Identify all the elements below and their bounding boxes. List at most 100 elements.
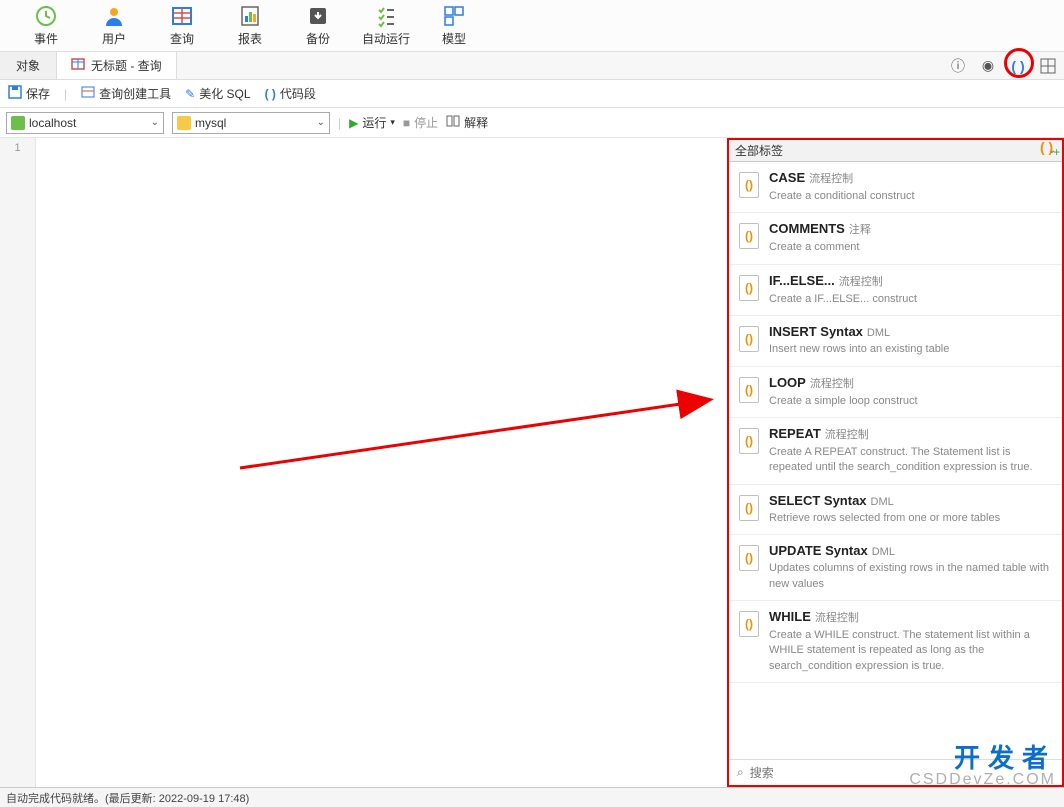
- snippet-tag-select[interactable]: 全部标签 ⌄: [729, 140, 1062, 162]
- snippet-desc: Create a conditional construct: [769, 189, 1052, 204]
- tab-objects[interactable]: 对象: [0, 52, 57, 79]
- snippet-title: SELECT Syntax: [769, 493, 867, 508]
- toolbar-user-label: 用户: [102, 30, 126, 47]
- run-label: 运行: [362, 114, 386, 131]
- snippet-search[interactable]: ⌕: [729, 759, 1062, 785]
- snippet-tag: DML: [872, 546, 895, 558]
- secondary-toolbar: 保存 | 查询创建工具 ✎ 美化 SQL ( ) 代码段: [0, 80, 1064, 108]
- snippet-item[interactable]: ()COMMENTS注释Create a comment: [729, 213, 1062, 264]
- toolbar-query-button[interactable]: 查询: [148, 1, 216, 51]
- info-icon[interactable]: ⓘ: [948, 56, 968, 76]
- snippet-item[interactable]: ()IF...ELSE...流程控制Create a IF...ELSE... …: [729, 265, 1062, 316]
- toolbar-backup-label: 备份: [306, 30, 330, 47]
- snippet-item[interactable]: ()LOOP流程控制Create a simple loop construct: [729, 367, 1062, 418]
- toolbar-query-label: 查询: [170, 30, 194, 47]
- snippet-item[interactable]: ()SELECT SyntaxDMLRetrieve rows selected…: [729, 485, 1062, 535]
- main-area: 1 全部标签 ⌄ () CASE 流程控制 Create a conditional …: [0, 138, 1064, 787]
- chevron-down-icon: ▾: [390, 117, 395, 128]
- sql-editor[interactable]: 1: [0, 138, 727, 787]
- play-icon: ▶: [349, 116, 358, 130]
- snippet-item[interactable]: () REPEAT 流程控制 Create A REPEAT construct. T…: [729, 418, 1062, 485]
- snippet-desc: Create A REPEAT construct. The Statement…: [769, 445, 1052, 476]
- add-snippet-icon[interactable]: ( )+: [1040, 139, 1060, 159]
- annotation-arrow: [160, 328, 720, 498]
- snippet-file-icon: (): [739, 377, 759, 403]
- snippet-file-icon: (): [739, 495, 759, 521]
- beautify-label: 美化 SQL: [199, 85, 250, 102]
- explain-button[interactable]: 解释: [446, 114, 488, 131]
- toolbar-model-label: 模型: [442, 30, 466, 47]
- snippet-item[interactable]: ()CASE流程控制Create a conditional construct: [729, 162, 1062, 213]
- code-snippet-icon[interactable]: ( ): [1008, 56, 1028, 76]
- query-builder-button[interactable]: 查询创建工具: [81, 85, 171, 102]
- layout-icon[interactable]: [1038, 56, 1058, 76]
- status-text: 自动完成代码就绪。(最后更新: 2022-09-19 17:48): [6, 790, 249, 806]
- query-tab-icon: [71, 57, 85, 74]
- run-button[interactable]: ▶ 运行 ▾: [349, 114, 395, 131]
- host-select[interactable]: localhost ⌄: [6, 112, 164, 134]
- host-label: localhost: [29, 116, 147, 130]
- toolbar-event-label: 事件: [34, 30, 58, 47]
- snippet-desc: Create a IF...ELSE... construct: [769, 292, 1052, 307]
- query-builder-label: 查询创建工具: [99, 85, 171, 102]
- snippet-tag: DML: [867, 327, 890, 339]
- snippet-file-icon: (): [739, 326, 759, 352]
- tabs-row: 对象 无标题 - 查询 ⓘ ◉ ( ): [0, 52, 1064, 80]
- save-icon: [8, 85, 22, 102]
- snippet-title: INSERT Syntax: [769, 324, 863, 339]
- wand-icon: ✎: [185, 87, 195, 101]
- snippet-desc: Insert new rows into an existing table: [769, 342, 1052, 357]
- status-bar: 自动完成代码就绪。(最后更新: 2022-09-19 17:48): [0, 787, 1064, 807]
- snippet-item[interactable]: () INSERT Syntax DML Insert new rows into a…: [729, 316, 1062, 366]
- snippet-file-icon: (): [739, 172, 759, 198]
- stop-label: 停止: [414, 114, 438, 131]
- report-chart-icon: [238, 4, 262, 28]
- save-button[interactable]: 保存: [8, 85, 50, 102]
- snippet-title: UPDATE Syntax: [769, 543, 868, 558]
- connection-row: localhost ⌄ mysql ⌄ | ▶ 运行 ▾ ■ 停止 解释: [0, 108, 1064, 138]
- toolbar-backup-button[interactable]: 备份: [284, 1, 352, 51]
- right-icons: ⓘ ◉ ( ): [948, 52, 1058, 79]
- snippet-title: REPEAT: [769, 426, 821, 441]
- toolbar-event-button[interactable]: 事件: [12, 1, 80, 51]
- snippet-file-icon: (): [739, 428, 759, 454]
- stop-button: ■ 停止: [403, 114, 438, 131]
- snippet-tag: 流程控制: [839, 276, 883, 288]
- snippet-file-icon: (): [739, 545, 759, 571]
- toolbar-user-button[interactable]: 用户: [80, 1, 148, 51]
- snippet-panel: 全部标签 ⌄ () CASE 流程控制 Create a conditional co…: [727, 138, 1064, 787]
- snippet-desc: Create a WHILE construct. The statement …: [769, 628, 1052, 674]
- toolbar-report-button[interactable]: 报表: [216, 1, 284, 51]
- snippet-file-icon: (): [739, 611, 759, 637]
- snippet-item[interactable]: () WHILE 流程控制 Create a WHILE construct. The…: [729, 601, 1062, 683]
- toolbar-autorun-button[interactable]: 自动运行: [352, 1, 420, 51]
- tab-untitled-query[interactable]: 无标题 - 查询: [57, 52, 177, 79]
- snippet-title: IF...ELSE...: [769, 273, 835, 288]
- snippet-title: WHILE: [769, 609, 811, 624]
- snippet-list[interactable]: () CASE 流程控制 Create a conditional construct…: [729, 162, 1062, 759]
- snippet-desc: Create a simple loop construct: [769, 394, 1052, 409]
- query-builder-icon: [81, 85, 95, 102]
- host-icon: [11, 116, 25, 130]
- snippet-title: CASE: [769, 170, 805, 185]
- snippet-tag: 流程控制: [815, 612, 859, 624]
- snippet-tag: 流程控制: [825, 429, 869, 441]
- snippet-item[interactable]: ()UPDATE SyntaxDMLUpdates columns of exi…: [729, 535, 1062, 601]
- parens-icon: ( ): [265, 87, 276, 101]
- code-snippet-button[interactable]: ( ) 代码段: [265, 85, 316, 102]
- toolbar-autorun-label: 自动运行: [362, 30, 410, 47]
- toolbar-model-button[interactable]: 模型: [420, 1, 488, 51]
- divider: |: [64, 87, 67, 101]
- db-select[interactable]: mysql ⌄: [172, 112, 330, 134]
- beautify-sql-button[interactable]: ✎ 美化 SQL: [185, 85, 250, 102]
- snippet-file-icon: (): [739, 223, 759, 249]
- editor-gutter: 1: [0, 138, 36, 787]
- toolbar-report-label: 报表: [238, 30, 262, 47]
- tag-select-label: 全部标签: [735, 142, 783, 159]
- snippet-title: COMMENTS: [769, 221, 845, 236]
- gear-small-icon[interactable]: ◉: [978, 56, 998, 76]
- snippet-tag: 流程控制: [810, 378, 854, 390]
- snippet-tag: 注释: [849, 224, 871, 236]
- search-input[interactable]: [750, 766, 1054, 780]
- divider: |: [338, 116, 341, 130]
